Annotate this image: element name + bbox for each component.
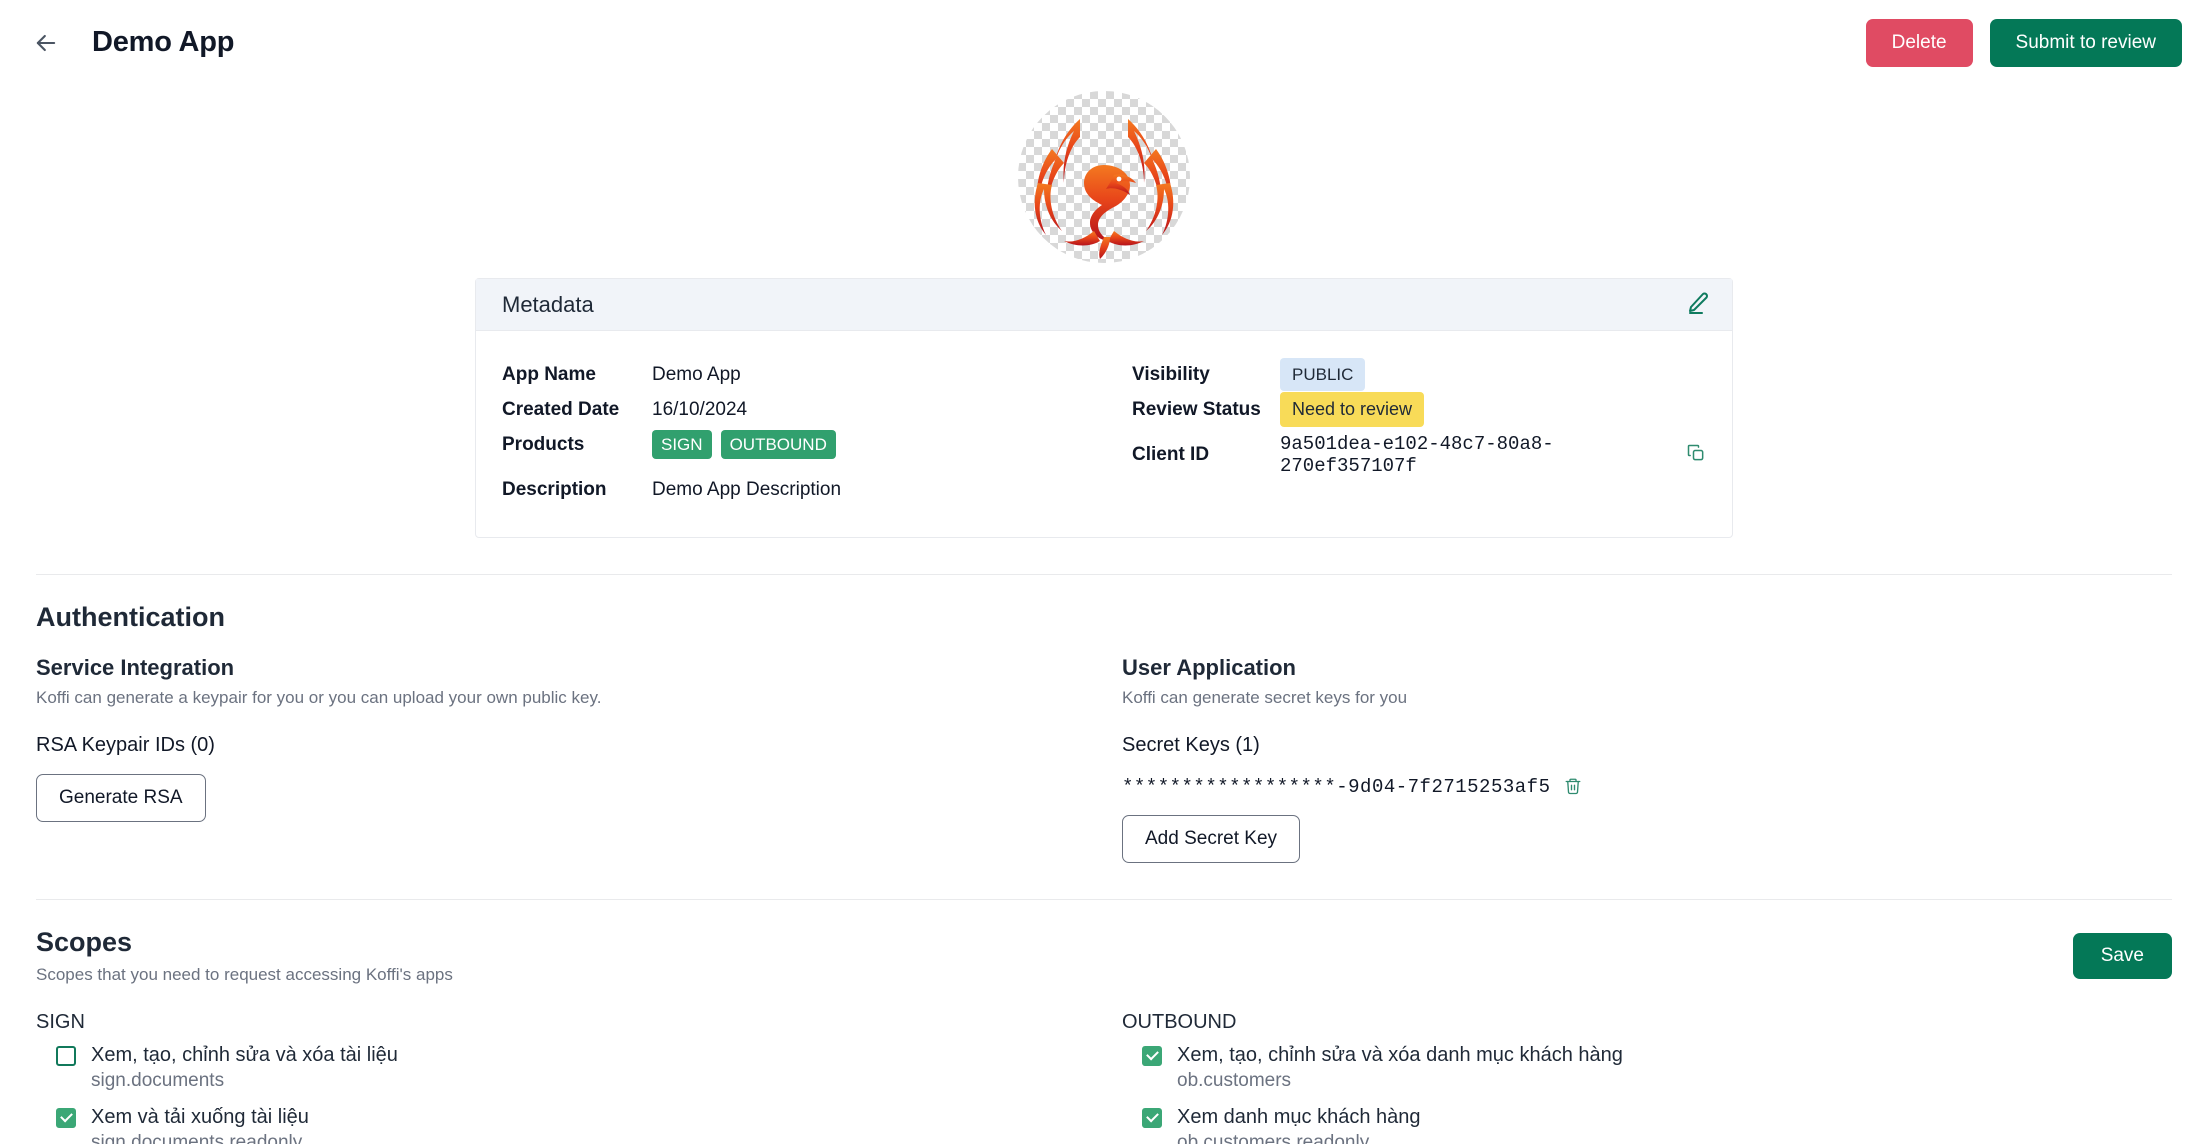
scope-label: Xem danh mục khách hàng xyxy=(1177,1106,1421,1128)
metadata-row-app-name: App Name Demo App xyxy=(502,357,1132,392)
products-label: Products xyxy=(502,434,585,455)
app-name-label: App Name xyxy=(502,364,596,385)
scope-checkbox[interactable] xyxy=(56,1045,76,1066)
service-integration-column: Service Integration Koffi can generate a… xyxy=(36,655,1122,863)
metadata-left-column: App Name Demo App Created Date 16/10/202… xyxy=(502,357,1132,507)
submit-to-review-button[interactable]: Submit to review xyxy=(1989,18,2182,67)
delete-secret-key-button[interactable] xyxy=(1564,777,1582,798)
metadata-card-body: App Name Demo App Created Date 16/10/202… xyxy=(476,331,1732,537)
review-status-badge-wrap: Need to review xyxy=(1280,392,1425,427)
metadata-row-review-status: Review Status Need to review xyxy=(1132,392,1706,427)
metadata-card-header: Metadata xyxy=(476,279,1732,331)
product-badge: OUTBOUND xyxy=(720,429,836,460)
scope-list: Xem, tạo, chỉnh sửa và xóa tài liệu sign… xyxy=(36,1044,1122,1144)
scope-item: Xem danh mục khách hàng ob.customers.rea… xyxy=(1142,1106,2172,1144)
product-badge: SIGN xyxy=(652,429,712,460)
add-secret-key-button[interactable]: Add Secret Key xyxy=(1122,815,1301,863)
save-button[interactable]: Save xyxy=(2072,933,2172,979)
scope-checkbox[interactable] xyxy=(56,1107,76,1128)
rsa-keypair-count: RSA Keypair IDs (0) xyxy=(36,734,215,756)
arrow-left-icon xyxy=(32,29,60,57)
top-bar: Demo App Delete Submit to review xyxy=(0,0,2208,85)
page-content: Metadata App Name Demo App Created Date … xyxy=(0,85,2208,1144)
metadata-card: Metadata App Name Demo App Created Date … xyxy=(475,278,1733,538)
secret-keys-count: Secret Keys (1) xyxy=(1122,734,1260,756)
scope-code: sign.documents xyxy=(91,1070,225,1091)
scopes-header-text: Scopes Scopes that you need to request a… xyxy=(36,927,2073,985)
status-badge: Need to review xyxy=(1280,392,1425,427)
app-logo-wrapper xyxy=(0,85,2208,263)
products-badges: SIGN OUTBOUND xyxy=(652,427,845,462)
scope-checkbox[interactable] xyxy=(1142,1107,1162,1128)
scope-code: ob.customers xyxy=(1177,1070,1292,1091)
scope-checkbox[interactable] xyxy=(1142,1045,1162,1066)
authentication-section: Authentication Service Integration Koffi… xyxy=(0,602,2208,863)
metadata-right-column: Visibility PUBLIC Review Status Need to … xyxy=(1132,357,1706,507)
scopes-section: Scopes Scopes that you need to request a… xyxy=(0,927,2208,1144)
scope-item: Xem, tạo, chỉnh sửa và xóa tài liệu sign… xyxy=(56,1044,1122,1092)
user-application-title: User Application xyxy=(1122,655,1296,680)
scopes-title: Scopes xyxy=(36,927,133,957)
scope-code: sign.documents.readonly xyxy=(91,1132,303,1144)
scope-label: Xem, tạo, chỉnh sửa và xóa danh mục khác… xyxy=(1177,1044,1623,1066)
scope-group-outbound: OUTBOUND Xem, tạo, chỉnh sửa và xóa danh… xyxy=(1122,985,2172,1144)
edit-metadata-button[interactable] xyxy=(1686,291,1710,318)
scopes-description: Scopes that you need to request accessin… xyxy=(36,965,453,984)
secret-key-value: ******************-9d04-7f2715253af5 xyxy=(1122,776,1551,798)
pencil-icon xyxy=(1686,291,1710,318)
user-application-column: User Application Koffi can generate secr… xyxy=(1122,655,2172,863)
scope-code: ob.customers.readonly xyxy=(1177,1132,1370,1144)
created-date-label: Created Date xyxy=(502,399,620,420)
scope-list: Xem, tạo, chỉnh sửa và xóa danh mục khác… xyxy=(1122,1044,2172,1144)
metadata-row-products: Products SIGN OUTBOUND xyxy=(502,427,1132,462)
metadata-row-created-date: Created Date 16/10/2024 xyxy=(502,392,1132,427)
copy-icon xyxy=(1686,443,1706,466)
scope-line: Xem danh mục khách hàng xyxy=(1142,1106,2172,1129)
scopes-header: Scopes Scopes that you need to request a… xyxy=(36,927,2172,985)
secret-key-row: ******************-9d04-7f2715253af5 xyxy=(1122,776,2172,798)
trash-icon xyxy=(1564,777,1582,798)
scope-group-title: OUTBOUND xyxy=(1122,1011,1237,1033)
visibility-badge-wrap: PUBLIC xyxy=(1280,357,1366,392)
metadata-title: Metadata xyxy=(502,291,594,317)
client-id-value: 9a501dea-e102-48c7-80a8-270ef357107f xyxy=(1280,432,1554,477)
client-id-label: Client ID xyxy=(1132,444,1210,465)
scope-line: Xem, tạo, chỉnh sửa và xóa tài liệu xyxy=(56,1044,1122,1067)
section-divider xyxy=(36,574,2172,575)
scope-line: Xem, tạo, chỉnh sửa và xóa danh mục khác… xyxy=(1142,1044,2172,1067)
scope-group-title: SIGN xyxy=(36,1011,85,1033)
authentication-title: Authentication xyxy=(36,602,225,632)
back-button[interactable] xyxy=(22,19,70,67)
scope-label: Xem, tạo, chỉnh sửa và xóa tài liệu xyxy=(91,1044,398,1066)
service-integration-description: Koffi can generate a keypair for you or … xyxy=(36,688,602,707)
generate-rsa-button[interactable]: Generate RSA xyxy=(36,774,206,822)
review-status-label: Review Status xyxy=(1132,399,1261,420)
delete-button[interactable]: Delete xyxy=(1865,18,1973,67)
scope-item: Xem và tải xuống tài liệu sign.documents… xyxy=(56,1106,1122,1144)
visibility-label: Visibility xyxy=(1132,364,1210,385)
authentication-columns: Service Integration Koffi can generate a… xyxy=(36,655,2172,863)
scope-label: Xem và tải xuống tài liệu xyxy=(91,1106,309,1128)
description-value: Demo App Description xyxy=(652,479,842,500)
scope-item: Xem, tạo, chỉnh sửa và xóa danh mục khác… xyxy=(1142,1044,2172,1092)
app-name-value: Demo App xyxy=(652,364,741,385)
description-label: Description xyxy=(502,479,607,500)
created-date-value: 16/10/2024 xyxy=(652,399,748,420)
phoenix-app-logo xyxy=(1018,91,1190,263)
visibility-badge: PUBLIC xyxy=(1280,357,1366,392)
service-integration-title: Service Integration xyxy=(36,655,235,680)
copy-client-id-button[interactable] xyxy=(1686,443,1706,466)
top-bar-actions: Delete Submit to review xyxy=(1865,18,2182,67)
user-application-description: Koffi can generate secret keys for you xyxy=(1122,688,1408,707)
metadata-row-description: Description Demo App Description xyxy=(502,472,1132,507)
section-divider xyxy=(36,899,2172,900)
client-id-row: 9a501dea-e102-48c7-80a8-270ef357107f xyxy=(1280,433,1706,477)
metadata-row-client-id: Client ID 9a501dea-e102-48c7-80a8-270ef3… xyxy=(1132,433,1706,477)
scope-group-sign: SIGN Xem, tạo, chỉnh sửa và xóa tài liệu… xyxy=(36,985,1122,1144)
scope-line: Xem và tải xuống tài liệu xyxy=(56,1106,1122,1129)
metadata-row-visibility: Visibility PUBLIC xyxy=(1132,357,1706,392)
page-title: Demo App xyxy=(92,26,235,58)
scopes-columns: SIGN Xem, tạo, chỉnh sửa và xóa tài liệu… xyxy=(36,985,2172,1144)
